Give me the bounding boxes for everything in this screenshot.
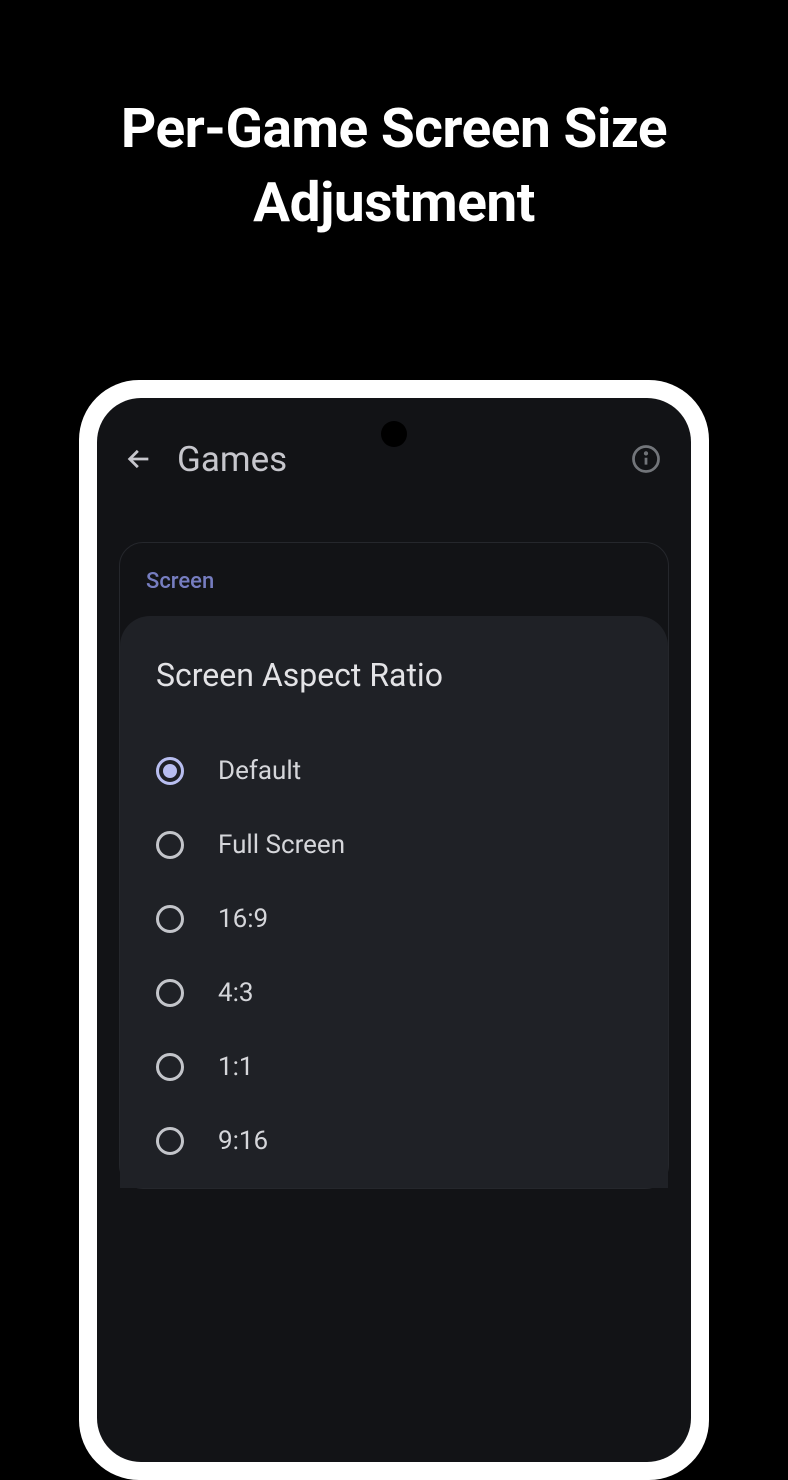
radio-icon (156, 757, 184, 785)
radio-label: 1:1 (218, 1052, 254, 1082)
radio-icon (156, 1053, 184, 1081)
radio-option[interactable]: Default (148, 734, 640, 808)
info-icon (631, 444, 661, 474)
radio-label: 9:16 (218, 1126, 268, 1156)
radio-label: Default (218, 756, 301, 786)
settings-card: Screen Screen Aspect Ratio Default Full S… (119, 542, 669, 1189)
app-bar: Games (97, 398, 691, 488)
radio-option[interactable]: 1:1 (148, 1030, 640, 1104)
dialog-title: Screen Aspect Ratio (148, 656, 640, 694)
appbar-title: Games (177, 439, 287, 480)
radio-icon (156, 905, 184, 933)
arrow-left-icon (125, 445, 153, 473)
radio-label: 16:9 (218, 904, 268, 934)
back-button[interactable] (119, 439, 159, 479)
headline-text: Per-Game Screen Size Adjustment (0, 0, 788, 241)
radio-group: Default Full Screen 16:9 4:3 1:1 9:16 (148, 734, 640, 1178)
radio-icon (156, 1127, 184, 1155)
radio-option[interactable]: 16:9 (148, 882, 640, 956)
radio-icon (156, 979, 184, 1007)
info-button[interactable] (629, 442, 663, 476)
radio-label: 4:3 (218, 978, 254, 1008)
aspect-ratio-dialog: Screen Aspect Ratio Default Full Screen 16… (120, 616, 668, 1188)
radio-option[interactable]: 4:3 (148, 956, 640, 1030)
phone-screen: Games Screen Screen Aspect Ratio Default… (97, 398, 691, 1462)
card-section-label: Screen (120, 565, 668, 616)
radio-option[interactable]: Full Screen (148, 808, 640, 882)
radio-dot-icon (163, 764, 177, 778)
radio-icon (156, 831, 184, 859)
radio-option[interactable]: 9:16 (148, 1104, 640, 1178)
radio-label: Full Screen (218, 830, 345, 860)
phone-frame: Games Screen Screen Aspect Ratio Default… (79, 380, 709, 1480)
